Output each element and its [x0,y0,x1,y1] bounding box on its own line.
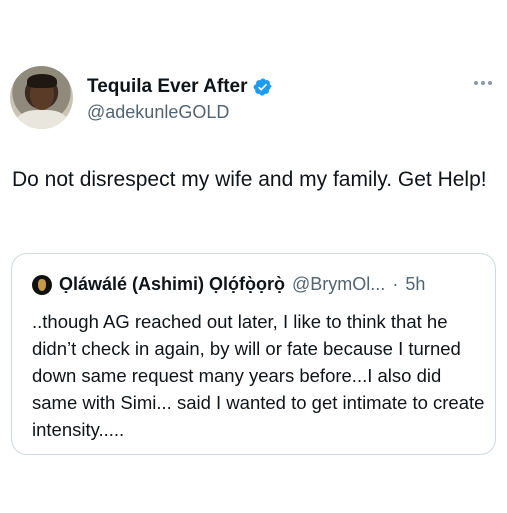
avatar[interactable] [10,66,73,129]
display-name-row: Tequila Ever After [87,76,273,98]
author-display-name[interactable]: Tequila Ever After [87,76,248,98]
quoted-separator: · [392,274,399,294]
avatar-shirt [16,110,68,129]
more-dot [488,81,492,85]
tweet-card: Tequila Ever After @adekunleGOLD Do not … [0,0,507,513]
quoted-tweet-text: ..though AG reached out later, I like to… [32,311,485,440]
author-row: Tequila Ever After @adekunleGOLD [10,66,500,130]
quoted-avatar [32,274,52,295]
verified-badge-icon [253,77,273,97]
more-dot [474,81,478,85]
quoted-display-name: Ọláwálé (Ashimi) Ọlọ́fọ̀ọrọ̀ [59,274,286,294]
quoted-tweet-header: Ọláwálé (Ashimi) Ọlọ́fọ̀ọrọ̀ @BrymOl... … [32,274,425,295]
avatar-hair [27,74,57,88]
author-handle[interactable]: @adekunleGOLD [87,101,229,123]
tweet-text: Do not disrespect my wife and my family.… [12,168,487,191]
quoted-handle: @BrymOl... [292,274,386,294]
quoted-timestamp: 5h [405,274,426,294]
quoted-tweet[interactable]: Ọláwálé (Ashimi) Ọlọ́fọ̀ọrọ̀ @BrymOl... … [11,253,496,455]
more-options-icon[interactable] [474,78,496,88]
more-dot [481,81,485,85]
